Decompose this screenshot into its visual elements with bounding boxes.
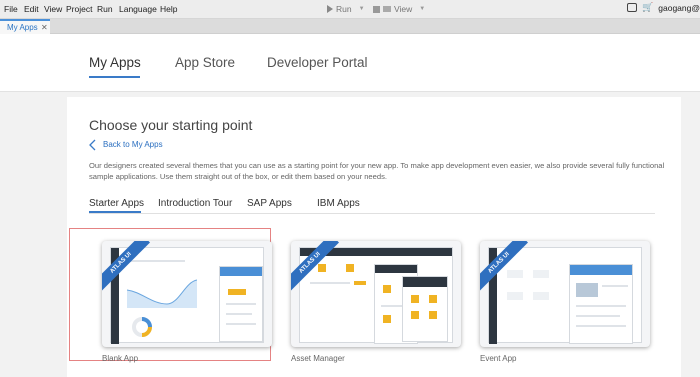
blank-app-thumbnail: ATLAS UI (102, 241, 272, 347)
menu-view[interactable]: View (44, 4, 62, 14)
cart-icon[interactable]: 🛒 (642, 2, 653, 13)
card-label: Blank App (102, 354, 139, 363)
card-blank-app[interactable]: ATLAS UI Blank App (102, 241, 272, 363)
page-title: Choose your starting point (89, 117, 253, 133)
menu-file[interactable]: File (4, 4, 18, 14)
area-chart-preview (127, 279, 197, 308)
tab-my-apps[interactable]: My Apps ✕ (0, 19, 50, 34)
run-button[interactable]: Run ▼ (325, 2, 370, 16)
tab-sap-apps[interactable]: SAP Apps (247, 198, 292, 209)
nav-my-apps[interactable]: My Apps (89, 55, 141, 70)
view-icon (383, 6, 391, 12)
tab-ibm-apps[interactable]: IBM Apps (317, 198, 360, 209)
menu-help[interactable]: Help (160, 4, 177, 14)
donut-chart-preview (132, 317, 152, 337)
user-area: 🛒 gaogang@ (627, 2, 700, 13)
run-label: Run (336, 4, 352, 14)
menu-language[interactable]: Language (119, 4, 157, 14)
card-label: Event App (480, 354, 517, 363)
subtab-divider (89, 213, 655, 214)
nav-app-store[interactable]: App Store (175, 55, 235, 70)
menu-edit[interactable]: Edit (24, 4, 39, 14)
menu-bar: File Edit View Project Run Language Help… (0, 0, 700, 19)
play-icon (327, 5, 333, 13)
view-label: View (394, 4, 413, 14)
tab-introduction-tour[interactable]: Introduction Tour (158, 198, 232, 209)
event-app-thumbnail: ATLAS UI (480, 241, 650, 347)
chevron-down-icon: ▼ (419, 6, 426, 12)
preview-window (110, 247, 264, 344)
nav-developer-portal[interactable]: Developer Portal (267, 55, 368, 70)
back-to-my-apps-link[interactable]: Back to My Apps (103, 140, 163, 149)
stop-icon (373, 5, 380, 13)
close-icon[interactable]: ✕ (41, 23, 48, 32)
menu-run[interactable]: Run (97, 4, 113, 14)
starting-point-panel: Choose your starting point Back to My Ap… (67, 97, 681, 377)
card-event-app[interactable]: ATLAS UI Event App (480, 241, 650, 363)
tab-starter-apps[interactable]: Starter Apps (89, 198, 144, 209)
header-nav: My Apps App Store Developer Portal (0, 34, 700, 92)
chevron-down-icon: ▼ (358, 6, 365, 12)
menu-project[interactable]: Project (66, 4, 92, 14)
view-button[interactable]: View ▼ (373, 2, 433, 16)
chat-icon[interactable] (627, 3, 638, 12)
card-asset-manager[interactable]: ATLAS UI Asset Manager (291, 241, 461, 363)
description-text: Our designers created several themes tha… (89, 161, 665, 181)
nav-active-indicator (89, 76, 140, 78)
chevron-left-icon[interactable] (89, 139, 97, 151)
editor-tab-bar: My Apps ✕ (0, 19, 700, 34)
asset-manager-thumbnail: ATLAS UI (291, 241, 461, 347)
subtab-active-indicator (89, 211, 141, 213)
card-label: Asset Manager (291, 354, 345, 363)
tab-label: My Apps (7, 23, 38, 32)
user-name[interactable]: gaogang@ (658, 3, 700, 13)
